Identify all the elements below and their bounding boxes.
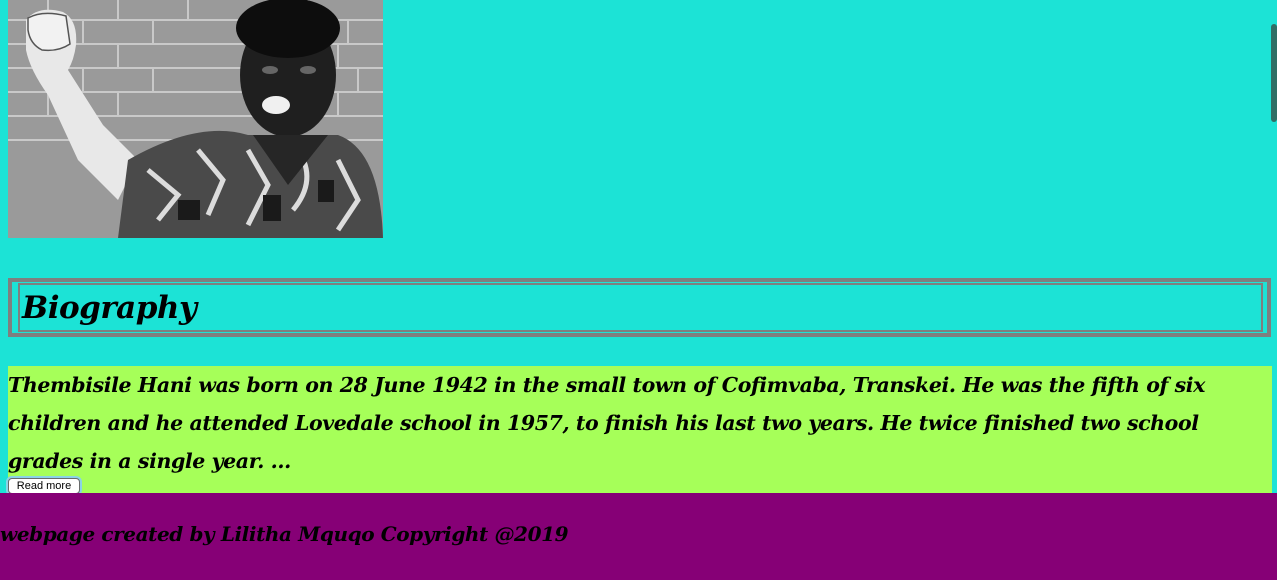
footer: webpage created by Lilitha Mquqo Copyrig… bbox=[0, 493, 1277, 580]
footer-text: webpage created by Lilitha Mquqo Copyrig… bbox=[0, 522, 569, 546]
biography-title: Biography bbox=[22, 290, 197, 326]
biography-paragraph-block: Thembisile Hani was born on 28 June 1942… bbox=[8, 366, 1272, 494]
portrait-photo-icon bbox=[8, 0, 383, 238]
biography-inner-border bbox=[18, 283, 1263, 332]
biography-paragraph: Thembisile Hani was born on 28 June 1942… bbox=[8, 373, 1205, 473]
portrait-photo bbox=[8, 0, 383, 238]
read-more-button[interactable]: Read more bbox=[8, 478, 80, 494]
scrollbar-thumb[interactable] bbox=[1271, 24, 1277, 122]
biography-box: Biography bbox=[8, 278, 1271, 337]
page: Biography Thembisile Hani was born on 28… bbox=[0, 0, 1277, 580]
